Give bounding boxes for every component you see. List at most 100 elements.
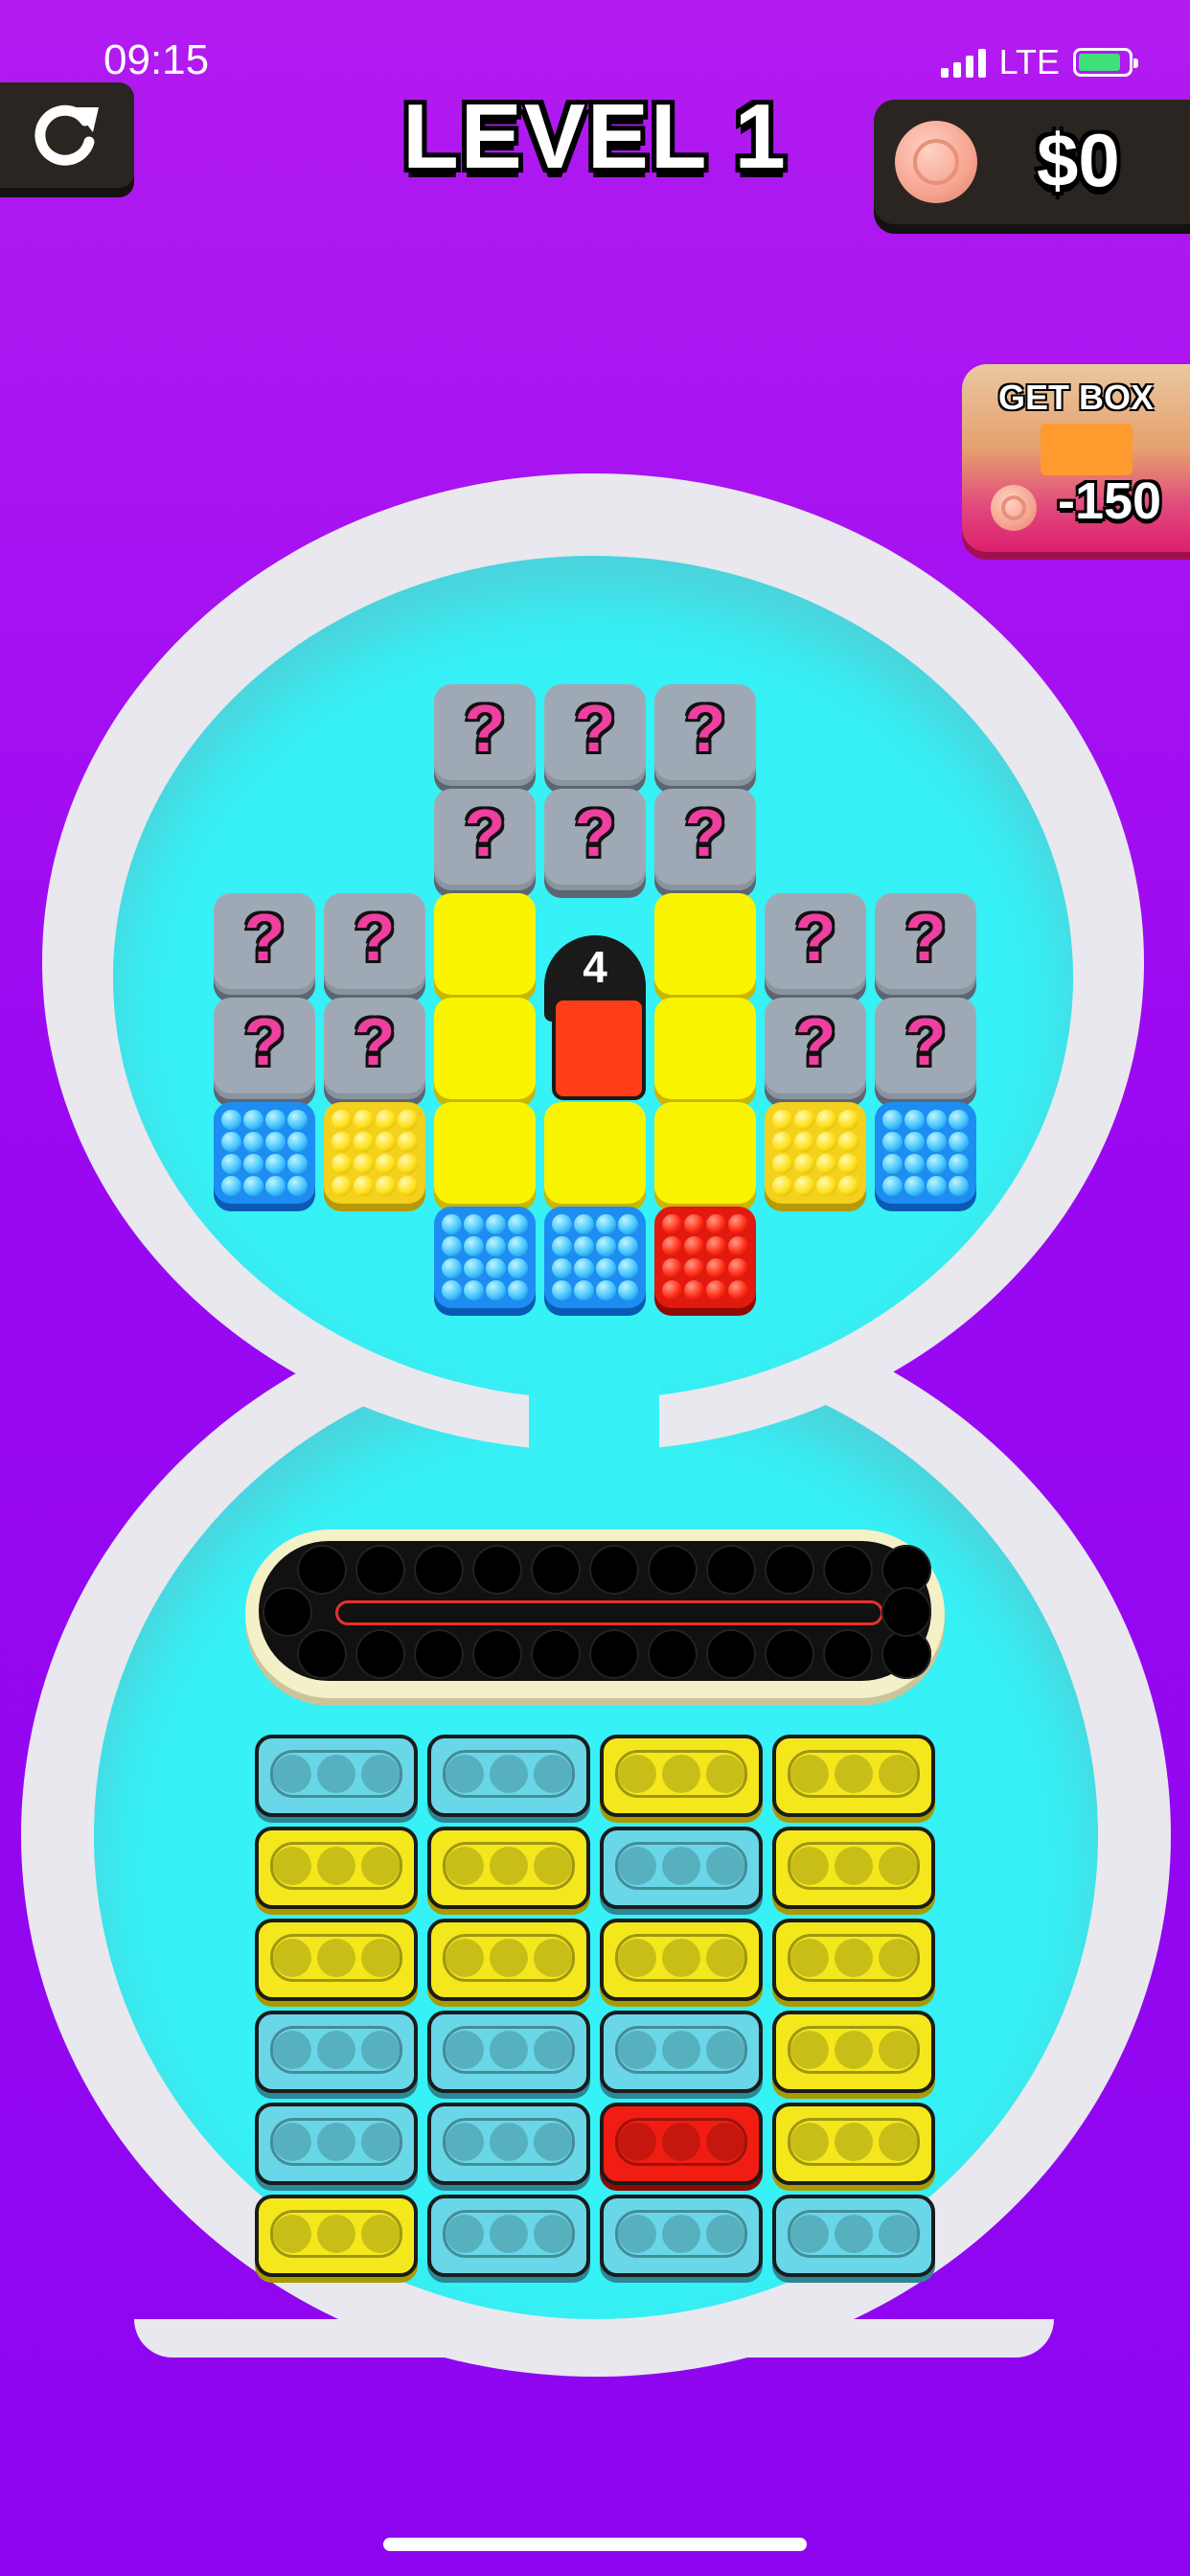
blue-balls-box[interactable] (214, 1102, 315, 1204)
tray-slot (490, 1847, 528, 1885)
mystery-block[interactable]: ? (654, 789, 756, 890)
tray-slot (879, 2123, 917, 2161)
mystery-block[interactable]: ? (875, 893, 976, 995)
mystery-block[interactable]: ? (875, 998, 976, 1099)
tray-slot (879, 2031, 917, 2069)
yellow-block[interactable] (654, 1102, 756, 1204)
yellow-block[interactable] (544, 1102, 646, 1204)
tray-slots (443, 2210, 575, 2258)
mystery-block[interactable]: ? (654, 684, 756, 786)
tray-slots (443, 1750, 575, 1798)
tray-slot (835, 1939, 873, 1977)
yellow-block[interactable] (434, 893, 536, 995)
yellow-tray[interactable] (772, 1827, 935, 1909)
ball (816, 1176, 836, 1196)
tray-slot (534, 1847, 572, 1885)
cyan-tray[interactable] (600, 1827, 763, 1909)
yellow-tray[interactable] (600, 1919, 763, 2001)
mystery-block[interactable]: ? (434, 789, 536, 890)
mystery-block[interactable]: ? (544, 684, 646, 786)
tray-slot (317, 2031, 355, 2069)
yellow-block[interactable] (654, 893, 756, 995)
cyan-tray[interactable] (427, 2103, 590, 2185)
yellow-tray[interactable] (427, 1919, 590, 2001)
yellow-block[interactable] (434, 998, 536, 1099)
stacker[interactable]: 4 (544, 935, 646, 1100)
ball (618, 1258, 638, 1278)
ball (486, 1214, 506, 1234)
conveyor-slot (648, 1629, 698, 1679)
yellow-tray[interactable] (772, 2011, 935, 2093)
ball (662, 1236, 682, 1256)
conveyor-slot (472, 1545, 522, 1595)
tray-slot (534, 2123, 572, 2161)
tray-slot (446, 1847, 484, 1885)
tray-slots (788, 2118, 920, 2166)
tray-slot (662, 1755, 700, 1793)
cyan-tray[interactable] (255, 1735, 418, 1817)
conveyor-slot (589, 1629, 639, 1679)
cyan-tray[interactable] (427, 2195, 590, 2277)
yellow-block[interactable] (654, 998, 756, 1099)
yellow-tray[interactable] (772, 1735, 935, 1817)
tray-slot (706, 2215, 744, 2253)
red-tray[interactable] (600, 2103, 763, 2185)
yellow-tray[interactable] (255, 1827, 418, 1909)
ball (243, 1132, 263, 1152)
tray-slot (273, 1755, 311, 1793)
yellow-tray[interactable] (772, 1919, 935, 2001)
yellow-tray[interactable] (427, 1827, 590, 1909)
cyan-tray[interactable] (255, 2103, 418, 2185)
cyan-tray[interactable] (255, 2011, 418, 2093)
mystery-block[interactable]: ? (544, 789, 646, 890)
tray-slot (790, 2215, 829, 2253)
ball (596, 1280, 616, 1300)
yellow-block[interactable] (434, 1102, 536, 1204)
cyan-tray[interactable] (427, 1735, 590, 1817)
ball (662, 1280, 682, 1300)
balls-cluster (662, 1214, 748, 1300)
mystery-block[interactable]: ? (434, 684, 536, 786)
cyan-tray[interactable] (600, 2011, 763, 2093)
blue-balls-box[interactable] (434, 1207, 536, 1308)
yellow-balls-box[interactable] (765, 1102, 866, 1204)
yellow-tray[interactable] (772, 2103, 935, 2185)
ball (794, 1176, 814, 1196)
mystery-block[interactable]: ? (214, 998, 315, 1099)
signal-icon (940, 47, 986, 78)
conveyor-slot (706, 1545, 756, 1595)
blue-balls-box[interactable] (875, 1102, 976, 1204)
tray-slots (615, 1842, 747, 1890)
cyan-tray[interactable] (427, 2011, 590, 2093)
mystery-block[interactable]: ? (324, 998, 425, 1099)
yellow-tray[interactable] (255, 2195, 418, 2277)
tray-slot (490, 2031, 528, 2069)
mystery-block[interactable]: ? (765, 998, 866, 1099)
ball (464, 1280, 484, 1300)
ball (508, 1280, 528, 1300)
cyan-tray[interactable] (600, 2195, 763, 2277)
tray-slot (273, 2215, 311, 2253)
ball (376, 1176, 396, 1196)
ball (574, 1214, 594, 1234)
ball (927, 1176, 947, 1196)
ball (904, 1154, 925, 1174)
red-balls-box[interactable] (654, 1207, 756, 1308)
mystery-block[interactable]: ? (324, 893, 425, 995)
conveyor-belt (245, 1530, 945, 1698)
blue-balls-box[interactable] (544, 1207, 646, 1308)
get-box-button[interactable]: GET BOX -150 (962, 364, 1190, 552)
ball (574, 1258, 594, 1278)
balls-cluster (882, 1110, 969, 1196)
ball (508, 1236, 528, 1256)
question-mark-icon: ? (464, 691, 506, 766)
ball (662, 1258, 682, 1278)
tray-slot (490, 2123, 528, 2161)
mystery-block[interactable]: ? (214, 893, 315, 995)
mystery-block[interactable]: ? (765, 893, 866, 995)
cyan-tray[interactable] (772, 2195, 935, 2277)
yellow-tray[interactable] (600, 1735, 763, 1817)
yellow-balls-box[interactable] (324, 1102, 425, 1204)
yellow-tray[interactable] (255, 1919, 418, 2001)
question-mark-icon: ? (794, 1004, 836, 1079)
